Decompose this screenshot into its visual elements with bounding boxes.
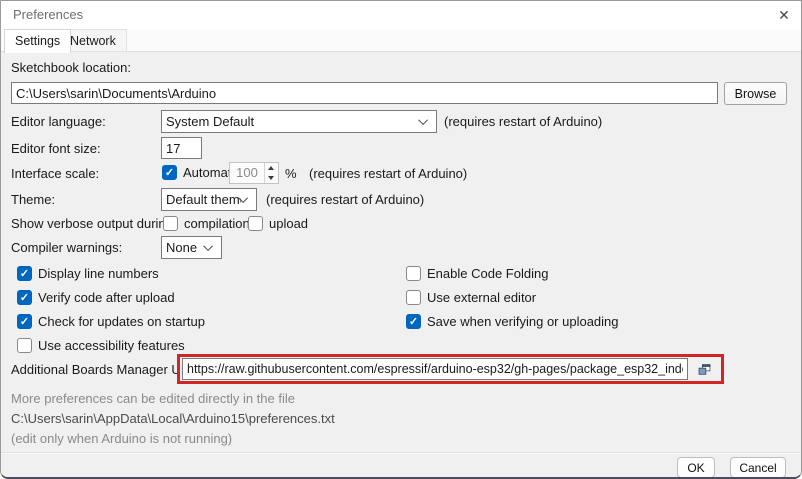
edit-warning-text: (edit only when Arduino is not running) — [11, 431, 232, 447]
title-bar: Preferences ✕ — [1, 1, 801, 29]
editor-font-size-label: Editor font size: — [11, 141, 101, 157]
check-updates-option: Check for updates on startup — [17, 313, 205, 330]
code-folding-checkbox[interactable] — [406, 266, 421, 281]
spinner-down-icon[interactable] — [265, 173, 277, 183]
editor-language-select[interactable]: System Default — [161, 110, 437, 133]
tab-settings[interactable]: Settings — [4, 29, 71, 53]
restart-note: (requires restart of Arduino) — [266, 192, 424, 208]
editor-language-label: Editor language: — [11, 114, 106, 130]
compilation-checkbox[interactable] — [163, 216, 178, 231]
restart-note: (requires restart of Arduino) — [309, 166, 467, 182]
option-label: Check for updates on startup — [38, 314, 205, 329]
code-folding-option: Enable Code Folding — [406, 265, 548, 282]
compilation-label: compilation — [184, 216, 250, 231]
window-title: Preferences — [13, 7, 83, 22]
upload-label: upload — [269, 216, 308, 231]
save-on-verify-checkbox[interactable] — [406, 314, 421, 329]
verify-code-option: Verify code after upload — [17, 289, 175, 306]
sketchbook-location-input[interactable] — [11, 82, 718, 104]
close-icon[interactable]: ✕ — [773, 5, 795, 25]
theme-select[interactable]: Default theme — [161, 188, 257, 211]
editor-font-size-input[interactable] — [161, 137, 202, 159]
external-editor-checkbox[interactable] — [406, 290, 421, 305]
spinner-up-icon[interactable] — [265, 163, 277, 173]
external-editor-option: Use external editor — [406, 289, 536, 306]
windows-list-icon — [698, 361, 711, 378]
upload-option: upload — [248, 215, 308, 232]
display-line-numbers-checkbox[interactable] — [17, 266, 32, 281]
scale-spinner[interactable]: 100 — [229, 162, 279, 184]
open-urls-list-button[interactable] — [692, 358, 717, 380]
interface-scale-label: Interface scale: — [11, 166, 99, 182]
compiler-warnings-value: None — [166, 240, 206, 255]
check-updates-checkbox[interactable] — [17, 314, 32, 329]
option-label: Use accessibility features — [38, 338, 185, 353]
option-label: Display line numbers — [38, 266, 159, 281]
sketchbook-location-label: Sketchbook location: — [11, 60, 131, 76]
theme-label: Theme: — [11, 192, 55, 208]
boards-manager-urls-label: Additional Boards Manager URLs: — [11, 362, 208, 378]
option-label: Enable Code Folding — [427, 266, 548, 281]
compilation-option: compilation — [163, 215, 250, 232]
theme-value: Default theme — [166, 192, 241, 207]
ok-button[interactable]: OK — [677, 457, 715, 478]
preferences-file-path: C:\Users\sarin\AppData\Local\Arduino15\p… — [11, 411, 335, 427]
option-label: Verify code after upload — [38, 290, 175, 305]
display-line-numbers-option: Display line numbers — [17, 265, 159, 282]
verbose-output-label: Show verbose output during: — [11, 216, 177, 232]
tab-strip: Settings Network — [1, 29, 801, 52]
preferences-dialog: Preferences ✕ Settings Network Sketchboo… — [0, 0, 802, 479]
restart-note: (requires restart of Arduino) — [444, 114, 602, 130]
accessibility-checkbox[interactable] — [17, 338, 32, 353]
option-label: Use external editor — [427, 290, 536, 305]
boards-manager-urls-input[interactable] — [182, 358, 688, 380]
more-preferences-text: More preferences can be edited directly … — [11, 391, 295, 407]
browse-button[interactable]: Browse — [724, 82, 787, 105]
accessibility-option: Use accessibility features — [17, 337, 185, 354]
footer-divider — [1, 452, 801, 453]
compiler-warnings-select[interactable]: None — [161, 236, 222, 259]
editor-language-value: System Default — [166, 114, 421, 129]
percent-sign: % — [285, 166, 297, 182]
spinner-buttons[interactable] — [264, 163, 277, 183]
save-on-verify-option: Save when verifying or uploading — [406, 313, 619, 330]
upload-checkbox[interactable] — [248, 216, 263, 231]
automatic-checkbox[interactable] — [162, 165, 177, 180]
verify-code-checkbox[interactable] — [17, 290, 32, 305]
cancel-button[interactable]: Cancel — [730, 457, 786, 478]
compiler-warnings-label: Compiler warnings: — [11, 240, 122, 256]
option-label: Save when verifying or uploading — [427, 314, 619, 329]
scale-value: 100 — [230, 163, 264, 183]
